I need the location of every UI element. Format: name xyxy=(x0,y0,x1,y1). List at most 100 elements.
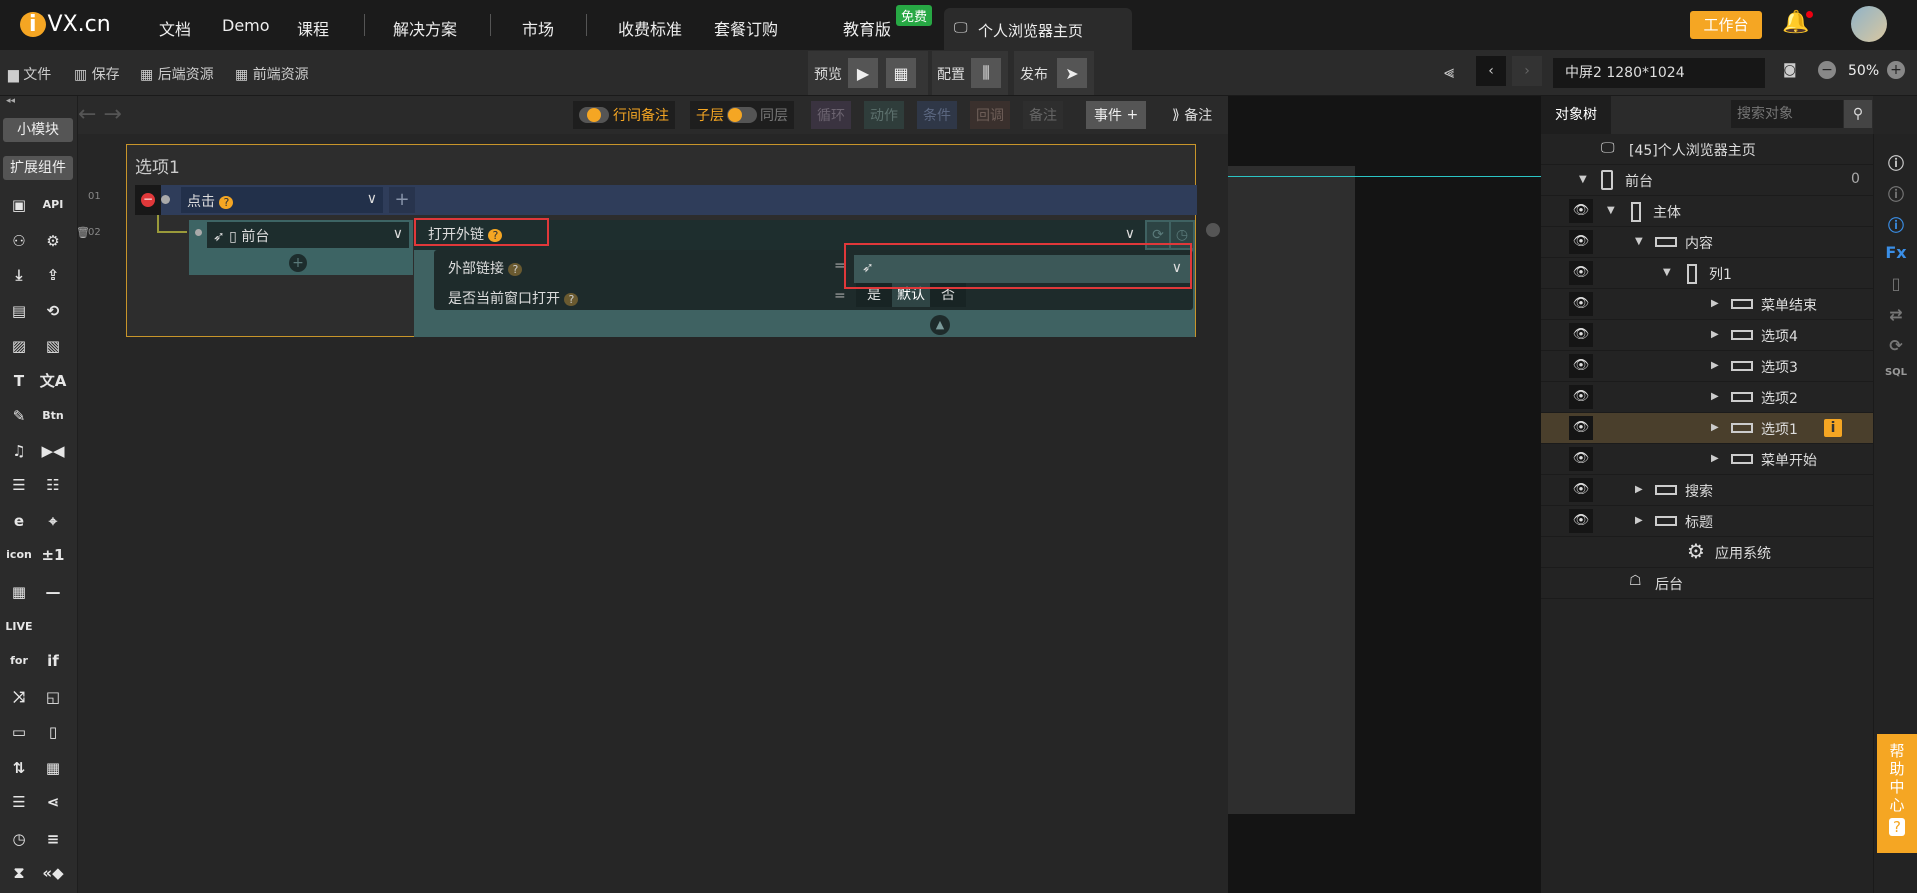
counter-icon[interactable]: ±1 xyxy=(38,542,68,568)
loop-button[interactable]: 循环 xyxy=(811,101,851,129)
edit-icon[interactable]: ✎ xyxy=(4,403,34,429)
notes-panel-toggle[interactable]: ⟫ 备注 xyxy=(1166,101,1218,129)
caret-right-icon[interactable]: ▶ xyxy=(1635,484,1643,495)
add-trigger-button[interactable]: + xyxy=(389,187,415,213)
qr-icon[interactable]: ▦ xyxy=(4,579,34,605)
icon-icon[interactable]: icon xyxy=(4,542,34,568)
back-icon[interactable]: ‹ xyxy=(1476,56,1506,86)
extend-components-button[interactable]: 扩展组件 xyxy=(3,156,73,180)
tree-item[interactable]: 👁 ▶ 标题 xyxy=(1541,506,1873,537)
inline-note-toggle[interactable]: 行间备注 xyxy=(573,101,675,129)
upload-icon[interactable]: ⇪ xyxy=(38,262,68,288)
tree-item[interactable]: 👁 ▶ 菜单结束 xyxy=(1541,289,1873,320)
nav-market[interactable]: 市场 xyxy=(522,16,554,40)
eye-icon[interactable]: 👁 xyxy=(1569,416,1593,440)
zoom-in-button[interactable]: + xyxy=(1887,61,1905,79)
map-icon[interactable]: ⌖ xyxy=(38,508,68,534)
eye-icon[interactable]: 👁 xyxy=(1569,354,1593,378)
project-tab[interactable]: 🖵 个人浏览器主页 xyxy=(944,8,1132,50)
tree-icon[interactable]: ☰ xyxy=(4,789,34,815)
tab-object-tree[interactable]: 对象树 xyxy=(1541,96,1611,134)
tree-item[interactable]: 👁 ▶ 选项2 xyxy=(1541,382,1873,413)
tree-item[interactable]: 👁 ▼ 内容 xyxy=(1541,227,1873,258)
table-icon[interactable]: ▦ xyxy=(38,755,68,781)
hourglass-icon[interactable]: ⧗ xyxy=(4,860,34,886)
caret-down-icon[interactable]: ▼ xyxy=(1579,174,1587,185)
translate-icon[interactable]: 文A xyxy=(38,368,68,394)
caret-right-icon[interactable]: ▶ xyxy=(1711,298,1719,309)
tree-item[interactable]: 👁 ▶ 选项4 xyxy=(1541,320,1873,351)
collapse-icon[interactable]: ▲ xyxy=(930,315,950,335)
tree-item[interactable]: 👁 ▼ 列1 xyxy=(1541,258,1873,289)
help-center-button[interactable]: 帮助中心? xyxy=(1877,734,1917,853)
small-module-button[interactable]: 小模块 xyxy=(3,118,73,142)
eye-icon[interactable]: 👁 xyxy=(1569,447,1593,471)
play-button[interactable]: ▶ xyxy=(848,58,878,88)
workbench-button[interactable]: 工作台 xyxy=(1690,11,1762,39)
if-icon[interactable]: if xyxy=(38,648,68,674)
card-icon[interactable]: ☰ xyxy=(4,472,34,498)
trigger-select[interactable]: 点击 ? ∨ xyxy=(181,187,383,213)
live-icon[interactable]: LIVE xyxy=(4,614,34,640)
info-settings-icon[interactable]: ⓘ xyxy=(1882,181,1910,205)
condition-button[interactable]: 条件 xyxy=(917,101,957,129)
caret-right-icon[interactable]: ▶ xyxy=(1711,360,1719,371)
collapse-icon[interactable]: ◂◂ xyxy=(6,96,15,106)
caret-down-icon[interactable]: ▼ xyxy=(1635,236,1643,247)
sliders-icon[interactable]: ⫼ xyxy=(971,58,1001,88)
refresh-info-icon[interactable]: ⟳ xyxy=(1882,336,1910,355)
tree-item[interactable]: 👁 ▶ 选项3 xyxy=(1541,351,1873,382)
ie-icon[interactable]: e xyxy=(4,508,34,534)
nav-demo[interactable]: Demo xyxy=(222,16,270,35)
window-icon[interactable]: ▤ xyxy=(4,298,34,324)
eye-icon[interactable]: 👁 xyxy=(1569,385,1593,409)
rotate-icon[interactable]: ⟲ xyxy=(38,298,68,324)
event-anchor-icon[interactable] xyxy=(1206,223,1220,237)
send-icon[interactable]: ➤ xyxy=(1057,58,1087,88)
tree-item[interactable]: ☖ 后台 xyxy=(1541,568,1873,599)
caret-right-icon[interactable]: ▶ xyxy=(1711,453,1719,464)
eye-icon[interactable]: 👁 xyxy=(1569,478,1593,502)
column-icon[interactable]: ▯ xyxy=(38,719,68,745)
info-icon[interactable]: ⓘ xyxy=(1882,150,1910,174)
layer-toggle[interactable]: 子层 同层 xyxy=(690,101,794,129)
network-icon[interactable]: ⚇ xyxy=(4,228,34,254)
tree-item[interactable]: 👁 ▶ 选项1 i xyxy=(1541,413,1873,444)
nav-subscribe[interactable]: 套餐订购 xyxy=(714,16,778,40)
eye-icon[interactable]: 👁 xyxy=(1569,230,1593,254)
tree-item[interactable]: ⚙ 应用系统 xyxy=(1541,537,1873,568)
align-icon[interactable]: ⫷ xyxy=(1444,62,1454,83)
eye-icon[interactable]: 👁 xyxy=(1569,509,1593,533)
delete-trigger-icon[interactable]: − xyxy=(141,193,155,207)
comment-icon[interactable]: ⓘ xyxy=(1882,212,1910,236)
row-icon[interactable]: ▭ xyxy=(4,719,34,745)
undo-icon[interactable]: ← → xyxy=(78,102,122,127)
images-icon[interactable]: ▧ xyxy=(38,333,68,359)
line-icon[interactable]: — xyxy=(38,579,68,605)
info-badge-icon[interactable]: i xyxy=(1824,419,1842,437)
add-target-button[interactable]: + xyxy=(289,254,307,272)
target-select[interactable]: ➶ ▯ 前台 ∨ xyxy=(207,222,409,248)
card2-icon[interactable]: ☷ xyxy=(38,472,68,498)
tree-root[interactable]: 🖵 [45]个人浏览器主页 xyxy=(1541,134,1873,165)
avatar[interactable] xyxy=(1851,6,1887,42)
gear-icon[interactable]: ⚙ xyxy=(38,228,68,254)
search-input[interactable] xyxy=(1731,100,1843,128)
sliders-icon[interactable]: ≡ xyxy=(38,826,68,852)
nav-docs[interactable]: 文档 xyxy=(159,16,191,40)
tree-item[interactable]: 👁 ▶ 菜单开始 xyxy=(1541,444,1873,475)
video-icon[interactable]: ▶◀ xyxy=(38,438,68,464)
share-icon[interactable]: ⋖ xyxy=(38,789,68,815)
download-icon[interactable]: ⤓ xyxy=(4,262,34,288)
music-icon[interactable]: ♫ xyxy=(4,438,34,464)
help-icon[interactable]: ? xyxy=(219,196,234,209)
button-icon[interactable]: Btn xyxy=(38,403,68,429)
eye-icon[interactable]: 👁 xyxy=(1569,323,1593,347)
caret-right-icon[interactable]: ▶ xyxy=(1711,391,1719,402)
caret-right-icon[interactable]: ▶ xyxy=(1635,515,1643,526)
eye-icon[interactable]: 👁 xyxy=(1569,261,1593,285)
box-icon[interactable]: ▣ xyxy=(4,192,34,218)
frontend-resources[interactable]: ▦ 前端资源 xyxy=(235,64,309,84)
layer-icon[interactable]: ◱ xyxy=(38,684,68,710)
forward-icon[interactable]: › xyxy=(1512,56,1542,86)
